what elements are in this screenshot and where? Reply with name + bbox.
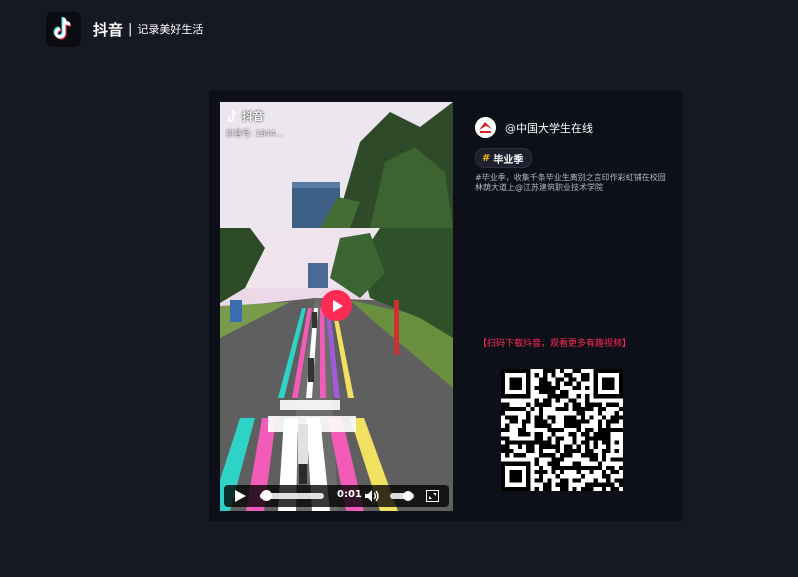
video-card: 抖音 抖音号: 1844... 0:01 @中国大学生在线 # 毕业季 #毕业季… bbox=[209, 91, 683, 521]
watermark-logo-icon bbox=[227, 109, 237, 122]
current-time: 0:01 bbox=[337, 489, 362, 500]
watermark-id: 抖音号: 1844... bbox=[226, 129, 284, 138]
play-icon bbox=[332, 299, 343, 312]
play-icon[interactable] bbox=[234, 490, 246, 502]
play-overlay-button[interactable] bbox=[321, 290, 352, 321]
video-watermark: 抖音 bbox=[226, 108, 264, 124]
author-info[interactable]: @中国大学生在线 bbox=[475, 117, 593, 138]
video-description: #毕业季，收集千条毕业生离别之言印作彩虹铺在校园林荫大道上@江苏建筑职业技术学院 bbox=[475, 173, 666, 192]
video-player[interactable]: 抖音 抖音号: 1844... 0:01 bbox=[220, 102, 453, 511]
volume-knob[interactable] bbox=[403, 491, 413, 501]
author-name[interactable]: @中国大学生在线 bbox=[505, 120, 593, 136]
brand-slogan: 记录美好生活 bbox=[137, 23, 204, 36]
progress-knob[interactable] bbox=[261, 490, 273, 501]
douyin-logo-icon[interactable] bbox=[46, 11, 81, 47]
qr-code bbox=[501, 369, 623, 491]
header: 抖音 | 记录美好生活 bbox=[46, 11, 203, 47]
volume-icon[interactable] bbox=[364, 489, 380, 503]
hashtag-icon: # bbox=[482, 152, 491, 164]
download-promo-text: 【扫码下载抖音，观看更多有趣视频】 bbox=[478, 339, 632, 349]
watermark-text: 抖音 bbox=[242, 110, 264, 123]
video-controls: 0:01 bbox=[224, 485, 449, 507]
hashtag-chip[interactable]: # 毕业季 bbox=[475, 148, 533, 168]
author-avatar[interactable] bbox=[475, 117, 496, 138]
brand-name[interactable]: 抖音 bbox=[93, 19, 123, 40]
hashtag-label: 毕业季 bbox=[493, 154, 524, 166]
header-separator: | bbox=[128, 21, 133, 37]
video-frame-bottom bbox=[220, 228, 453, 511]
fullscreen-icon[interactable] bbox=[426, 490, 439, 502]
